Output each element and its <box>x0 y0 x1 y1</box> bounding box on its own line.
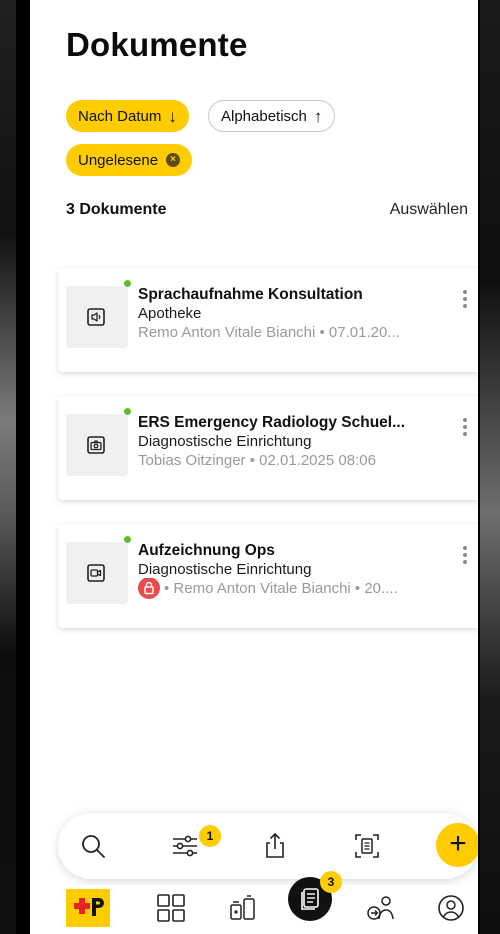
document-category: Diagnostische Einrichtung <box>138 561 312 578</box>
unread-indicator <box>124 408 131 415</box>
document-category: Diagnostische Einrichtung <box>138 433 312 450</box>
camera-file-icon <box>87 436 105 454</box>
background-right <box>480 0 500 934</box>
filter-sliders-icon[interactable] <box>170 831 200 861</box>
video-file-icon <box>87 564 105 582</box>
post-logo-tab[interactable] <box>66 889 110 927</box>
share-icon[interactable] <box>260 831 290 861</box>
more-options-icon[interactable] <box>456 290 474 312</box>
unread-indicator <box>124 536 131 543</box>
sort-by-date-label: Nach Datum <box>78 107 162 125</box>
more-options-icon[interactable] <box>456 418 474 440</box>
bottom-tab-bar: 3 <box>30 871 478 934</box>
lock-icon <box>138 578 160 599</box>
sort-alphabetical-chip[interactable]: Alphabetisch ↑ <box>208 100 336 132</box>
share-access-icon[interactable] <box>364 891 398 925</box>
documents-count-badge: 3 <box>320 871 342 893</box>
add-document-button[interactable]: + <box>436 823 478 867</box>
sort-by-date-chip[interactable]: Nach Datum ↓ <box>66 100 189 132</box>
dashboard-grid-icon[interactable] <box>154 891 188 925</box>
arrow-up-icon: ↑ <box>313 106 323 126</box>
clear-filter-icon[interactable]: × <box>166 153 181 167</box>
profile-icon[interactable] <box>434 891 468 925</box>
unread-indicator <box>124 280 131 287</box>
arrow-down-icon: ↓ <box>168 106 177 126</box>
filter-count-badge: 1 <box>199 825 221 847</box>
document-card[interactable]: ERS Emergency Radiology Schuel... Diagno… <box>58 396 478 500</box>
action-toolbar: 1 + <box>58 813 478 879</box>
document-title: ERS Emergency Radiology Schuel... <box>138 414 406 431</box>
document-meta: Tobias Oitzinger • 02.01.2025 08:06 <box>138 452 376 469</box>
document-thumbnail <box>66 542 128 604</box>
phone-screen: Dokumente Nach Datum ↓ Alphabetisch ↑ Un… <box>16 0 480 934</box>
select-button[interactable]: Auswählen <box>390 201 468 219</box>
unread-filter-chip[interactable]: Ungelesene × <box>66 144 193 176</box>
search-icon[interactable] <box>78 831 108 861</box>
document-meta-row: • Remo Anton Vitale Bianchi • 20.... <box>138 578 418 600</box>
document-title: Aufzeichnung Ops <box>138 542 275 559</box>
document-thumbnail <box>66 286 128 348</box>
medication-icon[interactable] <box>226 891 260 925</box>
document-card[interactable]: Sprachaufnahme Konsultation Apotheke Rem… <box>58 268 478 372</box>
post-logo-icon <box>74 898 104 916</box>
more-options-icon[interactable] <box>456 546 474 568</box>
document-meta: Remo Anton Vitale Bianchi • 07.01.20... <box>138 324 400 341</box>
audio-file-icon <box>87 308 105 326</box>
unread-filter-label: Ungelesene <box>78 151 159 169</box>
document-thumbnail <box>66 414 128 476</box>
document-title: Sprachaufnahme Konsultation <box>138 286 363 303</box>
document-meta: • Remo Anton Vitale Bianchi • 20.... <box>164 579 398 597</box>
sort-alphabetical-label: Alphabetisch <box>221 107 307 125</box>
document-card[interactable]: Aufzeichnung Ops Diagnostische Einrichtu… <box>58 524 478 628</box>
background-left <box>0 0 16 934</box>
page-title: Dokumente <box>66 26 248 63</box>
scan-document-icon[interactable] <box>352 831 382 861</box>
document-count: 3 Dokumente <box>66 201 167 218</box>
document-category: Apotheke <box>138 305 202 322</box>
